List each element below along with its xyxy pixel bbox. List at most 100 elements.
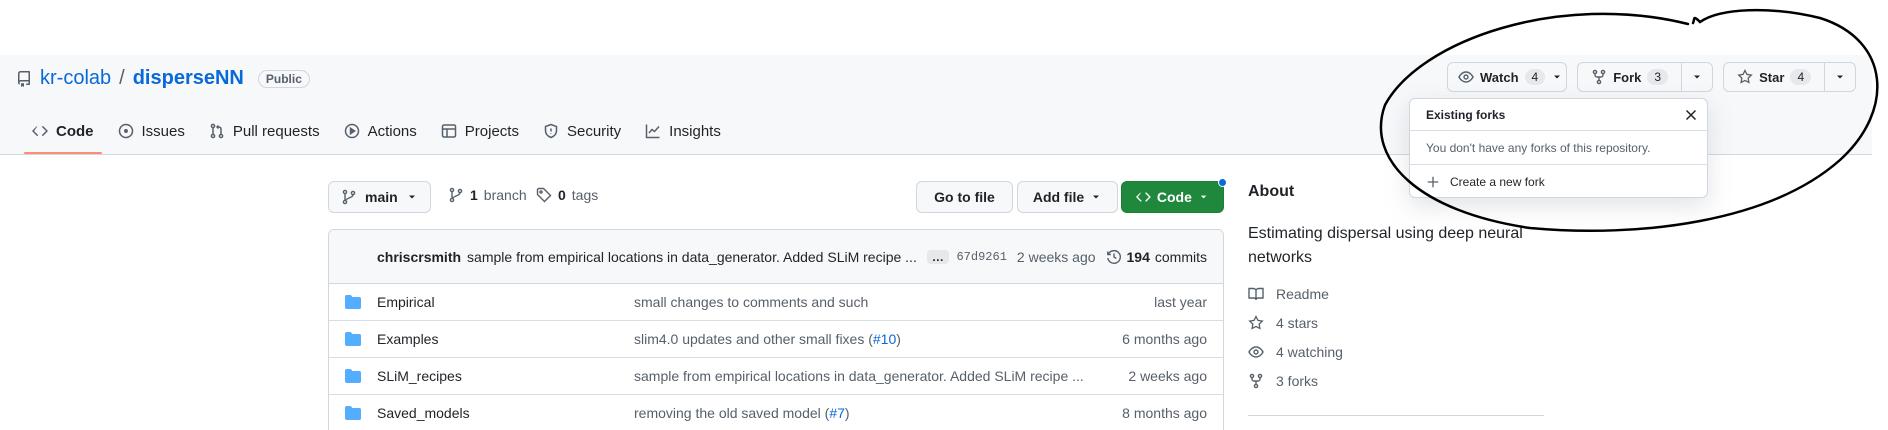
star-icon [1737, 69, 1753, 84]
file-commit-message[interactable]: removing the old saved model (#7) [634, 405, 850, 421]
fork-button-group: Fork 3 [1577, 62, 1713, 92]
file-commit-message[interactable]: sample from empirical locations in data_… [634, 368, 1084, 384]
latest-commit-bar: chriscrsmith sample from empirical locat… [329, 230, 1223, 284]
commit-expand-button[interactable]: … [926, 249, 949, 264]
tab-issues[interactable]: Issues [106, 109, 197, 153]
file-commit-text: sample from empirical locations in data_… [634, 368, 1084, 384]
chevron-down-icon [1694, 75, 1701, 79]
tab-code[interactable]: Code [20, 109, 106, 154]
branch-word: branch [483, 187, 527, 203]
chevron-down-icon [1554, 75, 1561, 79]
file-commit-message[interactable]: small changes to comments and such [634, 294, 868, 310]
commit-word: commits [1154, 249, 1207, 265]
fork-dropdown-button[interactable] [1682, 63, 1712, 91]
branch-selector[interactable]: main [328, 181, 431, 213]
plus-icon [1427, 176, 1439, 187]
visibility-badge: Public [257, 69, 310, 88]
issue-icon [118, 123, 133, 139]
file-date: 2 weeks ago [1128, 368, 1207, 384]
branch-icon [449, 187, 463, 203]
tab-security[interactable]: Security [531, 109, 633, 153]
pr-link[interactable]: #10 [873, 331, 896, 347]
file-browser: chriscrsmith sample from empirical locat… [328, 229, 1224, 430]
folder-icon [345, 332, 361, 346]
file-name-link[interactable]: Examples [377, 331, 438, 347]
repo-separator: / [119, 67, 125, 89]
add-file-button[interactable]: Add file [1017, 181, 1118, 213]
file-name-link[interactable]: Saved_models [377, 405, 470, 421]
forks-link[interactable]: 3 forks [1248, 373, 1318, 389]
shield-icon [544, 123, 558, 139]
watch-segment[interactable]: Watch 4 [1448, 63, 1573, 91]
file-date: 8 months ago [1122, 405, 1207, 421]
add-file-label: Add file [1032, 189, 1085, 205]
file-row[interactable]: Saved_models removing the old saved mode… [329, 395, 1223, 430]
tab-label: Issues [141, 122, 185, 140]
book-icon [1248, 287, 1264, 301]
create-new-fork-link[interactable]: Create a new fork [1410, 165, 1707, 198]
notification-dot [1218, 178, 1227, 187]
code-button-label: Code [1156, 189, 1192, 205]
stars-label: 4 stars [1276, 315, 1319, 331]
folder-icon [345, 406, 361, 420]
code-button[interactable]: Code [1121, 178, 1227, 213]
commit-message-link[interactable]: sample from empirical locations in data_… [467, 249, 917, 265]
branch-name: main [365, 189, 398, 205]
file-commit-suffix: ) [896, 331, 901, 347]
tab-actions[interactable]: Actions [332, 109, 429, 153]
star-dropdown-button[interactable] [1825, 63, 1855, 91]
repo-tabs: Code Issues Pull requests Actions Projec… [20, 109, 733, 154]
go-to-file-button[interactable]: Go to file [916, 181, 1013, 213]
repo-owner-link[interactable]: kr-colab [40, 67, 111, 90]
tab-label: Insights [669, 122, 721, 140]
tab-label: Actions [367, 122, 417, 140]
commit-meta: 67d9261 2 weeks ago 194 commits [956, 230, 1207, 284]
play-icon [344, 123, 359, 139]
file-name-link[interactable]: SLiM_recipes [377, 368, 462, 384]
watchers-link[interactable]: 4 watching [1248, 344, 1343, 360]
file-commit-message[interactable]: slim4.0 updates and other small fixes (#… [634, 331, 901, 347]
eye-icon [1248, 346, 1264, 358]
branch-icon [342, 189, 356, 205]
about-description: Estimating dispersal using deep neural n… [1248, 225, 1523, 266]
about-divider [1248, 415, 1544, 416]
tags-link[interactable]: 0 tags [536, 187, 598, 203]
tab-pull-requests[interactable]: Pull requests [197, 109, 332, 153]
tab-projects[interactable]: Projects [429, 109, 531, 153]
folder-icon [345, 369, 361, 383]
star-count: 4 [1790, 69, 1812, 85]
file-row[interactable]: Examples slim4.0 updates and other small… [329, 321, 1223, 358]
star-button[interactable]: Star 4 [1724, 63, 1824, 91]
file-date: 6 months ago [1122, 331, 1207, 347]
tab-label: Security [566, 122, 622, 140]
star-label: Star [1759, 69, 1785, 85]
file-row[interactable]: SLiM_recipes sample from empirical locat… [329, 358, 1223, 395]
file-commit-text: small changes to comments and such [634, 294, 869, 310]
commit-author-link[interactable]: chriscrsmith [377, 249, 461, 265]
close-icon[interactable] [1683, 107, 1699, 123]
eye-icon [1458, 71, 1474, 83]
tab-insights[interactable]: Insights [633, 109, 733, 153]
fork-button[interactable]: Fork 3 [1578, 63, 1681, 91]
about-heading: About [1248, 183, 1295, 200]
commit-time: 2 weeks ago [1016, 249, 1096, 265]
file-row[interactable]: Empirical small changes to comments and … [329, 284, 1223, 321]
tab-label: Projects [464, 122, 519, 140]
branch-count: 1 [470, 187, 478, 203]
tab-label: Code [56, 122, 94, 140]
commits-history-link[interactable]: 194 commits [1106, 249, 1207, 265]
readme-link[interactable]: Readme [1248, 286, 1329, 302]
branches-link[interactable]: 1 branch [448, 187, 527, 203]
file-name-link[interactable]: Empirical [377, 294, 435, 310]
watch-button[interactable]: Watch 4 [1447, 62, 1567, 92]
history-icon [1106, 249, 1121, 264]
watching-label: 4 watching [1276, 344, 1343, 360]
repo-name-link[interactable]: disperseNN [133, 67, 244, 90]
file-commit-text: removing the old saved model ( [634, 405, 830, 421]
pr-link[interactable]: #7 [829, 405, 845, 421]
existing-forks-popover: Existing forks You don't have any forks … [1409, 98, 1708, 198]
table-icon [441, 124, 457, 138]
stars-link[interactable]: 4 stars [1248, 315, 1318, 331]
commit-sha-link[interactable]: 67d9261 [956, 250, 1006, 264]
file-commit-text: slim4.0 updates and other small fixes ( [634, 331, 873, 347]
